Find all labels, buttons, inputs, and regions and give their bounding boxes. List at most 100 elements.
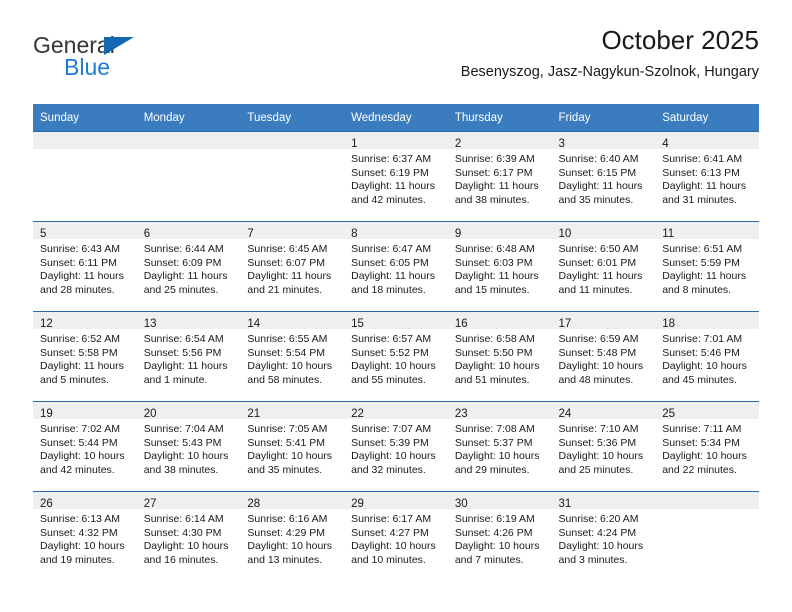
calendar-day-cell[interactable]: 27 Sunrise: 6:14 AM Sunset: 4:30 PM Dayligh… bbox=[136, 491, 241, 581]
sunrise-text: Sunrise: 7:07 AM bbox=[351, 423, 432, 435]
sunset-text: Sunset: 6:11 PM bbox=[40, 256, 117, 269]
daylight-text: Daylight: 11 hours and 25 minutes. bbox=[143, 270, 228, 296]
calendar-day-cell[interactable]: 26 Sunrise: 6:13 AM Sunset: 4:32 PM Dayligh… bbox=[33, 491, 137, 581]
calendar-day-cell[interactable]: 15 Sunrise: 6:57 AM Sunset: 5:52 PM Dayligh… bbox=[344, 311, 448, 402]
calendar-day-cell[interactable]: 5 Sunrise: 6:43 AM Sunset: 6:11 PM Daylight… bbox=[33, 221, 137, 312]
day-number-strip: 17 bbox=[551, 312, 656, 330]
calendar-day-cell[interactable]: 4 Sunrise: 6:41 AM Sunset: 6:13 PM Daylight… bbox=[655, 131, 759, 222]
day-number-strip: 28 bbox=[240, 492, 345, 510]
sunrise-text: Sunrise: 7:10 AM bbox=[558, 423, 639, 435]
sunset-text: Sunset: 5:54 PM bbox=[247, 346, 326, 359]
sunset-text: Sunset: 5:58 PM bbox=[40, 346, 118, 359]
day-cell-content: 12 Sunrise: 6:52 AM Sunset: 5:58 PM Dayligh… bbox=[33, 312, 137, 401]
sunrise-text: Sunrise: 6:50 AM bbox=[558, 243, 639, 255]
calendar-day-cell[interactable]: 18 Sunrise: 7:01 AM Sunset: 5:46 PM Dayligh… bbox=[655, 311, 759, 402]
calendar-day-cell[interactable]: 19 Sunrise: 7:02 AM Sunset: 5:44 PM Dayligh… bbox=[33, 401, 137, 492]
daylight-text: Daylight: 11 hours and 38 minutes. bbox=[454, 180, 539, 206]
sunrise-text: Sunrise: 6:16 AM bbox=[247, 513, 328, 525]
day-sun-info: Sunrise: 7:10 AM Sunset: 5:36 PM Daylight:… bbox=[552, 419, 656, 477]
calendar-day-cell[interactable]: 14 Sunrise: 6:55 AM Sunset: 5:54 PM Dayligh… bbox=[240, 311, 345, 402]
calendar-day-cell[interactable]: 11 Sunrise: 6:51 AM Sunset: 5:59 PM Dayligh… bbox=[655, 221, 759, 312]
calendar-day-cell[interactable]: 2 Sunrise: 6:39 AM Sunset: 6:17 PM Daylight… bbox=[447, 131, 552, 222]
day-cell-content: 20 Sunrise: 7:04 AM Sunset: 5:43 PM Dayligh… bbox=[136, 402, 241, 491]
logo-blue-text: Blue bbox=[64, 54, 111, 80]
day-cell-content: 24 Sunrise: 7:10 AM Sunset: 5:36 PM Dayligh… bbox=[551, 402, 656, 491]
day-cell-content: 4 Sunrise: 6:41 AM Sunset: 6:13 PM Daylight… bbox=[655, 132, 759, 221]
day-number: 14 bbox=[247, 318, 261, 330]
day-cell-content: 5 Sunrise: 6:43 AM Sunset: 6:11 PM Daylight… bbox=[33, 222, 137, 311]
day-number: 3 bbox=[558, 138, 565, 150]
calendar-day-cell[interactable]: 22 Sunrise: 7:07 AM Sunset: 5:39 PM Dayligh… bbox=[344, 401, 448, 492]
day-sun-info: Sunrise: 6:54 AM Sunset: 5:56 PM Daylight:… bbox=[137, 329, 241, 387]
sunset-text: Sunset: 5:39 PM bbox=[351, 436, 429, 449]
calendar-day-cell-empty bbox=[33, 131, 137, 222]
day-cell-content: 26 Sunrise: 6:13 AM Sunset: 4:32 PM Dayligh… bbox=[33, 492, 137, 581]
calendar-day-cell-empty bbox=[655, 491, 759, 581]
sunrise-text: Sunrise: 6:39 AM bbox=[454, 153, 535, 165]
day-number-strip: 16 bbox=[447, 312, 552, 330]
day-number: 16 bbox=[454, 318, 468, 330]
day-number-strip: 4 bbox=[655, 132, 759, 150]
calendar-day-cell[interactable]: 23 Sunrise: 7:08 AM Sunset: 5:37 PM Dayligh… bbox=[447, 401, 552, 492]
day-cell-content bbox=[655, 492, 759, 581]
day-number: 1 bbox=[351, 138, 358, 150]
day-sun-info: Sunrise: 6:58 AM Sunset: 5:50 PM Daylight:… bbox=[448, 329, 552, 387]
sunset-text: Sunset: 4:26 PM bbox=[454, 526, 533, 539]
sunset-text: Sunset: 5:36 PM bbox=[558, 436, 637, 449]
calendar-day-cell[interactable]: 31 Sunrise: 6:20 AM Sunset: 4:24 PM Dayligh… bbox=[551, 491, 656, 581]
sunrise-text: Sunrise: 7:04 AM bbox=[143, 423, 224, 435]
calendar-day-cell[interactable]: 24 Sunrise: 7:10 AM Sunset: 5:36 PM Dayligh… bbox=[551, 401, 656, 492]
sunrise-text: Sunrise: 6:57 AM bbox=[351, 333, 432, 345]
day-cell-content: 8 Sunrise: 6:47 AM Sunset: 6:05 PM Daylight… bbox=[344, 222, 448, 311]
calendar-day-cell[interactable]: 1 Sunrise: 6:37 AM Sunset: 6:19 PM Daylight… bbox=[344, 131, 448, 222]
calendar-day-cell[interactable]: 13 Sunrise: 6:54 AM Sunset: 5:56 PM Dayligh… bbox=[136, 311, 241, 402]
day-sun-info: Sunrise: 7:08 AM Sunset: 5:37 PM Daylight:… bbox=[448, 419, 552, 477]
daylight-text: Daylight: 11 hours and 5 minutes. bbox=[40, 360, 124, 386]
day-number: 8 bbox=[351, 228, 358, 240]
sunset-text: Sunset: 6:17 PM bbox=[454, 166, 533, 179]
calendar-day-cell[interactable]: 7 Sunrise: 6:45 AM Sunset: 6:07 PM Daylight… bbox=[240, 221, 345, 312]
calendar-day-cell[interactable]: 10 Sunrise: 6:50 AM Sunset: 6:01 PM Dayligh… bbox=[551, 221, 656, 312]
calendar-day-cell[interactable]: 3 Sunrise: 6:40 AM Sunset: 6:15 PM Daylight… bbox=[551, 131, 656, 222]
daylight-text: Daylight: 10 hours and 3 minutes. bbox=[558, 540, 644, 566]
day-cell-content: 29 Sunrise: 6:17 AM Sunset: 4:27 PM Dayligh… bbox=[344, 492, 448, 581]
day-number: 31 bbox=[558, 498, 572, 510]
daylight-text: Daylight: 10 hours and 16 minutes. bbox=[143, 540, 229, 566]
calendar-day-cell[interactable]: 29 Sunrise: 6:17 AM Sunset: 4:27 PM Dayligh… bbox=[344, 491, 448, 581]
day-cell-content: 28 Sunrise: 6:16 AM Sunset: 4:29 PM Dayligh… bbox=[240, 492, 345, 581]
day-cell-content: 6 Sunrise: 6:44 AM Sunset: 6:09 PM Daylight… bbox=[136, 222, 241, 311]
daylight-text: Daylight: 11 hours and 18 minutes. bbox=[351, 270, 435, 296]
day-cell-content: 1 Sunrise: 6:37 AM Sunset: 6:19 PM Daylight… bbox=[344, 132, 448, 221]
calendar-day-cell[interactable]: 8 Sunrise: 6:47 AM Sunset: 6:05 PM Daylight… bbox=[344, 221, 448, 312]
day-number: 17 bbox=[558, 318, 572, 330]
calendar-day-cell[interactable]: 20 Sunrise: 7:04 AM Sunset: 5:43 PM Dayligh… bbox=[136, 401, 241, 492]
sunrise-text: Sunrise: 6:19 AM bbox=[454, 513, 535, 525]
calendar-day-cell[interactable]: 30 Sunrise: 6:19 AM Sunset: 4:26 PM Dayligh… bbox=[447, 491, 552, 581]
day-sun-info: Sunrise: 7:04 AM Sunset: 5:43 PM Daylight:… bbox=[137, 419, 241, 477]
sunrise-text: Sunrise: 6:45 AM bbox=[247, 243, 328, 255]
general-blue-logo[interactable]: General Blue bbox=[33, 32, 233, 90]
calendar-day-cell[interactable]: 21 Sunrise: 7:05 AM Sunset: 5:41 PM Dayligh… bbox=[240, 401, 345, 492]
day-cell-content: 22 Sunrise: 7:07 AM Sunset: 5:39 PM Dayligh… bbox=[344, 402, 448, 491]
day-sun-info: Sunrise: 6:20 AM Sunset: 4:24 PM Daylight:… bbox=[552, 509, 656, 567]
calendar-day-cell[interactable]: 25 Sunrise: 7:11 AM Sunset: 5:34 PM Dayligh… bbox=[655, 401, 759, 492]
calendar-day-cell[interactable]: 6 Sunrise: 6:44 AM Sunset: 6:09 PM Daylight… bbox=[136, 221, 241, 312]
sunrise-text: Sunrise: 6:20 AM bbox=[558, 513, 639, 525]
day-sun-info: Sunrise: 6:50 AM Sunset: 6:01 PM Daylight:… bbox=[552, 239, 656, 297]
calendar-day-cell[interactable]: 17 Sunrise: 6:59 AM Sunset: 5:48 PM Dayligh… bbox=[551, 311, 656, 402]
sunset-text: Sunset: 5:43 PM bbox=[143, 436, 222, 449]
day-cell-content: 23 Sunrise: 7:08 AM Sunset: 5:37 PM Dayligh… bbox=[447, 402, 552, 491]
day-number-strip: 18 bbox=[655, 312, 759, 330]
calendar-day-cell[interactable]: 28 Sunrise: 6:16 AM Sunset: 4:29 PM Dayligh… bbox=[240, 491, 345, 581]
day-number-strip: 10 bbox=[551, 222, 656, 240]
day-sun-info: Sunrise: 6:17 AM Sunset: 4:27 PM Daylight:… bbox=[344, 509, 448, 567]
day-cell-content: 21 Sunrise: 7:05 AM Sunset: 5:41 PM Dayligh… bbox=[240, 402, 345, 491]
calendar-day-cell[interactable]: 12 Sunrise: 6:52 AM Sunset: 5:58 PM Dayligh… bbox=[33, 311, 137, 402]
calendar-day-cell[interactable]: 16 Sunrise: 6:58 AM Sunset: 5:50 PM Dayligh… bbox=[447, 311, 552, 402]
calendar-day-cell[interactable]: 9 Sunrise: 6:48 AM Sunset: 6:03 PM Daylight… bbox=[447, 221, 552, 312]
day-number: 7 bbox=[247, 228, 254, 240]
day-cell-content: 3 Sunrise: 6:40 AM Sunset: 6:15 PM Daylight… bbox=[551, 132, 656, 221]
day-sun-info: Sunrise: 6:43 AM Sunset: 6:11 PM Daylight:… bbox=[33, 239, 137, 297]
day-number-strip: 8 bbox=[344, 222, 448, 240]
day-number-strip: 2 bbox=[447, 132, 552, 150]
